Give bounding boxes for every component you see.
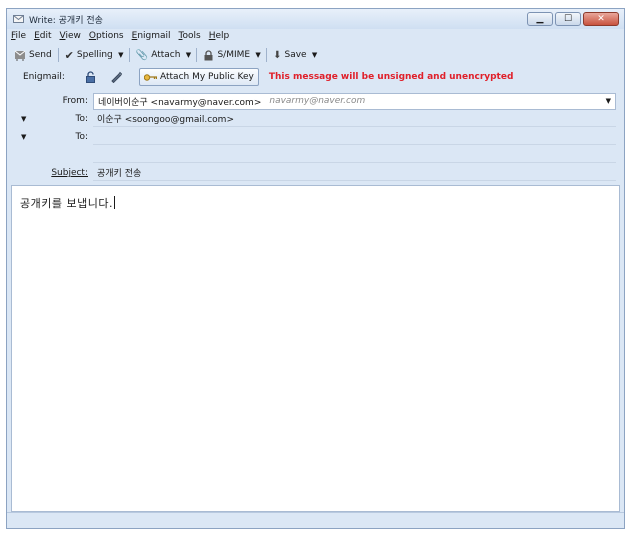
- from-value: 네이버이순구 <navarmy@naver.com>: [98, 97, 262, 108]
- window-controls: ▁ ☐ ✕: [527, 12, 619, 26]
- close-button[interactable]: ✕: [583, 12, 619, 26]
- compose-app-icon: [13, 15, 24, 23]
- title-bar: Write: 공개키 전송 ▁ ☐ ✕: [7, 9, 624, 29]
- subject-input[interactable]: 공개키 전송: [93, 165, 616, 181]
- chevron-down-icon: ▼: [255, 51, 261, 59]
- message-body-text: 공개키를 보냅니다.: [20, 197, 113, 210]
- attach-label: Attach: [151, 50, 181, 60]
- compose-window: Write: 공개키 전송 ▁ ☐ ✕ File Edit View Optio…: [6, 8, 625, 529]
- to2-label: To:: [75, 132, 88, 142]
- chevron-down-icon: ▼: [118, 51, 124, 59]
- spelling-label: Spelling: [76, 50, 113, 60]
- to-row: ▼ To: 이순구 <soongoo@gmail.com>: [7, 111, 624, 127]
- window-title: Write: 공개키 전송: [29, 16, 103, 26]
- to2-input[interactable]: [93, 129, 616, 145]
- smime-dropdown[interactable]: ▼: [253, 46, 263, 64]
- attach-button[interactable]: 📎 Attach: [133, 46, 184, 64]
- empty-header-row: [7, 147, 624, 163]
- send-button[interactable]: Send: [11, 46, 55, 64]
- menu-bar: File Edit View Options Enigmail Tools He…: [11, 30, 229, 44]
- chevron-down-icon: ▼: [311, 51, 318, 59]
- toolbar-separator: [266, 48, 268, 62]
- maximize-icon: ☐: [563, 14, 573, 24]
- chevron-down-icon: ▼: [185, 51, 192, 59]
- recipient-type-dropdown[interactable]: ▼: [21, 115, 26, 123]
- attach-public-key-label: Attach My Public Key: [160, 72, 254, 82]
- download-arrow-icon: ⬇: [273, 49, 282, 61]
- to-value: 이순구 <soongoo@gmail.com>: [97, 115, 234, 125]
- toolbar-separator: [128, 48, 130, 62]
- toolbar-separator: [57, 48, 59, 62]
- message-body-content: 공개키를 보냅니다.: [20, 195, 115, 211]
- save-dropdown[interactable]: ▼: [310, 46, 320, 64]
- subject-row: Subject: 공개키 전송: [7, 165, 624, 181]
- minimize-button[interactable]: ▁: [527, 12, 553, 26]
- sign-toggle[interactable]: [103, 71, 129, 83]
- subject-value: 공개키 전송: [97, 169, 142, 179]
- encryption-status-text: This message will be unsigned and unencr…: [268, 72, 514, 82]
- menu-view[interactable]: View: [60, 30, 81, 44]
- to-row-2: ▼ To:: [7, 129, 624, 145]
- menu-options[interactable]: Options: [89, 30, 124, 44]
- pen-icon: [111, 71, 122, 83]
- paperclip-icon: 📎: [135, 49, 149, 61]
- toolbar-separator: [196, 48, 198, 62]
- from-select[interactable]: 네이버이순구 <navarmy@naver.com> navarmy@naver…: [93, 92, 616, 110]
- from-hint: navarmy@naver.com: [269, 96, 366, 106]
- spelling-dropdown[interactable]: ▼: [116, 46, 126, 64]
- smime-button[interactable]: S/MIME: [200, 46, 253, 64]
- menu-help[interactable]: Help: [209, 30, 230, 44]
- menu-tools[interactable]: Tools: [179, 30, 201, 44]
- to-input[interactable]: 이순구 <soongoo@gmail.com>: [93, 111, 616, 127]
- checkmark-icon: ✔: [64, 48, 74, 62]
- send-label: Send: [29, 50, 52, 60]
- status-bar: [7, 512, 624, 528]
- chevron-down-icon: ▼: [605, 97, 611, 105]
- from-label: From:: [62, 96, 88, 106]
- subject-label: Subject:: [51, 168, 88, 178]
- message-body-editor[interactable]: 공개키를 보냅니다.: [11, 185, 620, 512]
- unlocked-padlock-icon: [85, 71, 95, 83]
- smime-label: S/MIME: [217, 50, 251, 60]
- attach-public-key-button[interactable]: Attach My Public Key: [139, 68, 259, 86]
- lock-icon: [204, 49, 213, 60]
- minimize-icon: ▁: [536, 14, 544, 24]
- send-icon: [14, 50, 26, 61]
- enigmail-bar: Enigmail: Attach My Public Key This mess…: [11, 67, 513, 87]
- attach-dropdown[interactable]: ▼: [183, 46, 193, 64]
- menu-edit[interactable]: Edit: [34, 30, 51, 44]
- compose-toolbar: Send ✔ Spelling ▼ 📎 Attach ▼ S/MIME ▼ ⬇ …: [11, 45, 320, 65]
- save-label: Save: [284, 50, 307, 60]
- message-headers: From: 네이버이순구 <navarmy@naver.com> navarmy…: [7, 89, 624, 185]
- to-label: To:: [75, 114, 88, 124]
- chevron-down-icon: ▼: [21, 133, 27, 141]
- close-icon: ✕: [597, 14, 605, 24]
- key-icon: [144, 73, 157, 81]
- chevron-down-icon: ▼: [21, 115, 27, 123]
- menu-enigmail[interactable]: Enigmail: [132, 30, 171, 44]
- blank-header-field: [93, 147, 616, 163]
- recipient-type-dropdown-2[interactable]: ▼: [21, 133, 26, 141]
- from-row: From: 네이버이순구 <navarmy@naver.com> navarmy…: [7, 92, 624, 110]
- save-button[interactable]: ⬇ Save: [270, 46, 309, 64]
- enigmail-label: Enigmail:: [23, 72, 65, 82]
- maximize-button[interactable]: ☐: [555, 12, 581, 26]
- menu-file[interactable]: File: [11, 30, 26, 44]
- encrypt-toggle[interactable]: [77, 71, 103, 83]
- spelling-button[interactable]: ✔ Spelling: [62, 46, 116, 64]
- text-caret: [113, 196, 115, 209]
